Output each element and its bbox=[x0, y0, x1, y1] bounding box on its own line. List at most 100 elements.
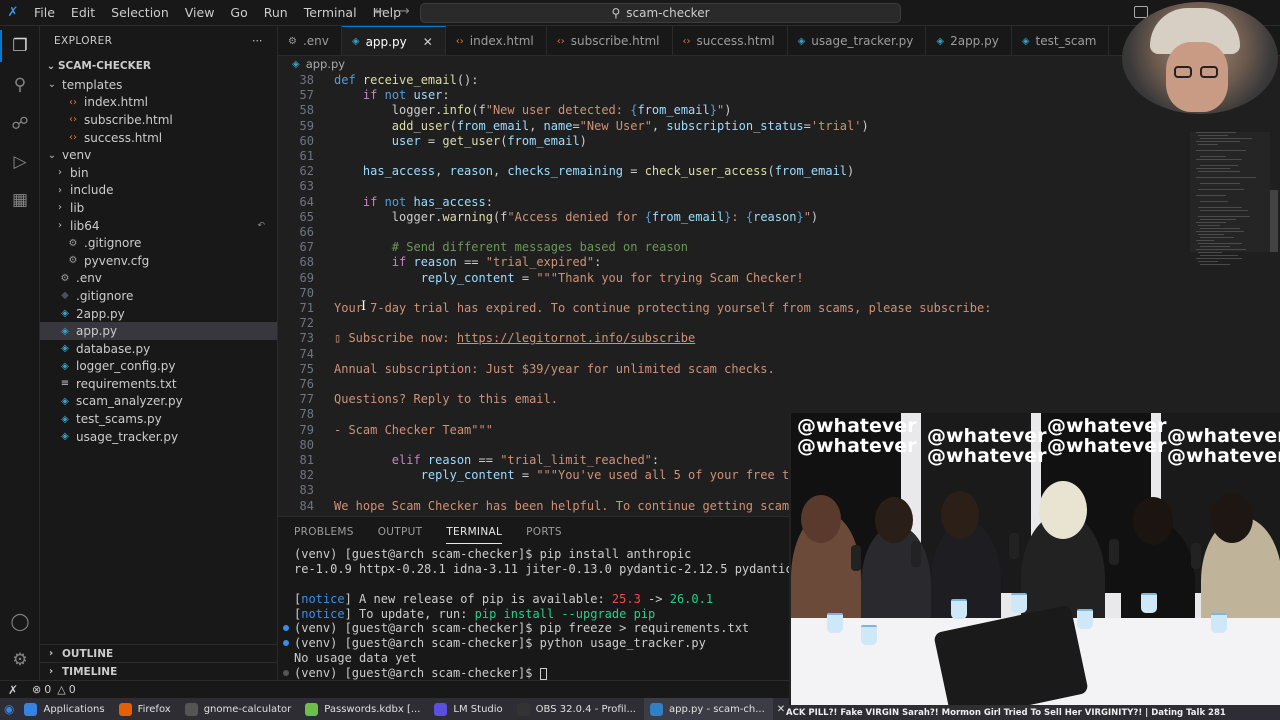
close-tab-icon[interactable]: ✕ bbox=[423, 35, 433, 49]
taskbar-item[interactable]: Applications bbox=[18, 698, 112, 720]
command-status-dot[interactable] bbox=[283, 640, 289, 647]
file-tree-item[interactable]: ‹› success.html bbox=[40, 129, 277, 147]
tab-success-html[interactable]: ‹› success.html bbox=[673, 26, 788, 55]
menu-run[interactable]: Run bbox=[256, 5, 296, 20]
cup bbox=[1077, 609, 1093, 629]
taskbar-item[interactable]: LM Studio bbox=[428, 698, 510, 720]
file-tree-item[interactable]: ◈ logger_config.py bbox=[40, 358, 277, 376]
forward-arrow-icon[interactable]: → bbox=[399, 4, 410, 19]
code-token: reason bbox=[449, 164, 493, 179]
file-tree-label: logger_config.py bbox=[76, 359, 176, 374]
html-file-icon: ‹› bbox=[682, 35, 691, 47]
tab-subscribe-html[interactable]: ‹› subscribe.html bbox=[547, 26, 673, 55]
tab-usage-tracker-py[interactable]: ◈ usage_tracker.py bbox=[788, 26, 927, 55]
search-icon[interactable]: ⚲ bbox=[8, 73, 32, 97]
breadcrumb-file[interactable]: app.py bbox=[306, 57, 345, 71]
editor-scrollbar[interactable] bbox=[1270, 190, 1278, 252]
tab-index-html[interactable]: ‹› index.html bbox=[446, 26, 547, 55]
minimap-line bbox=[1200, 210, 1248, 211]
taskbar-item[interactable]: Passwords.kdbx [... bbox=[299, 698, 428, 720]
file-tree-item[interactable]: › bin bbox=[40, 164, 277, 182]
chevron-down-icon: ⌄ bbox=[47, 79, 57, 91]
text-file-icon: ≡ bbox=[60, 378, 70, 390]
file-tree-item[interactable]: ⌄ venv bbox=[40, 146, 277, 164]
timeline-section[interactable]: › TIMELINE bbox=[40, 662, 278, 680]
settings-gear-icon[interactable]: ⚙ bbox=[8, 648, 32, 672]
menu-selection[interactable]: Selection bbox=[103, 5, 177, 20]
video-title: ACK PILL?! Fake VIRGIN Sarah?! Mormon Gi… bbox=[786, 708, 1226, 718]
menu-view[interactable]: View bbox=[177, 5, 223, 20]
error-icon[interactable]: ⊗ bbox=[32, 683, 41, 696]
code-text: if reason == "trial_expired": bbox=[334, 255, 602, 270]
run-debug-icon[interactable]: ▷ bbox=[8, 150, 32, 174]
python-file-icon: ◈ bbox=[61, 360, 69, 372]
file-tree-item[interactable]: ⌄ templates bbox=[40, 76, 277, 94]
explorer-icon[interactable]: ❐ bbox=[0, 30, 32, 62]
code-token: "trial_limit_reached" bbox=[500, 453, 652, 467]
code-token: : bbox=[442, 88, 450, 103]
file-tree-item[interactable]: ◈ database.py bbox=[40, 340, 277, 358]
file-tree-item[interactable]: ‹› subscribe.html bbox=[40, 111, 277, 129]
file-tree-item[interactable]: ◈ usage_tracker.py bbox=[40, 428, 277, 446]
menu-terminal[interactable]: Terminal bbox=[296, 5, 365, 20]
panel-tab-output[interactable]: OUTPUT bbox=[378, 526, 423, 538]
taskbar-item[interactable]: OBS 32.0.4 - Profil... bbox=[511, 698, 644, 720]
explorer-sidebar: EXPLORER ⋯ ⌄ SCAM-CHECKER ⌄ templates ‹› in… bbox=[40, 26, 278, 680]
taskbar-item[interactable]: gnome-calculator bbox=[179, 698, 300, 720]
cup bbox=[1011, 593, 1027, 613]
source-control-icon[interactable]: ☍ bbox=[8, 112, 32, 136]
extensions-icon[interactable]: ▦ bbox=[8, 188, 32, 212]
remote-icon[interactable]: ✗ bbox=[0, 683, 26, 697]
code-token: ( bbox=[449, 118, 457, 133]
file-tree-item[interactable]: ◈ 2app.py bbox=[40, 305, 277, 323]
app-icon bbox=[24, 702, 38, 716]
tab-test-scam[interactable]: ◈ test_scam bbox=[1012, 26, 1110, 55]
code-text: if not has_access: bbox=[334, 195, 493, 210]
app-icon bbox=[434, 702, 448, 716]
file-tree-item[interactable]: ⚙ .env bbox=[40, 270, 277, 288]
file-tree-item[interactable]: ‹› index.html bbox=[40, 94, 277, 112]
menu-file[interactable]: File bbox=[26, 5, 63, 20]
outline-section[interactable]: › OUTLINE bbox=[40, 644, 278, 662]
config-file-icon: ⚙ bbox=[68, 255, 78, 267]
file-tree-item[interactable]: ⚙ pyvenv.cfg bbox=[40, 252, 277, 270]
error-count[interactable]: 0 bbox=[44, 683, 51, 696]
more-actions-icon[interactable]: ⋯ bbox=[252, 35, 263, 47]
file-tree-item[interactable]: ◆ .gitignore bbox=[40, 287, 277, 305]
command-status-dot[interactable] bbox=[283, 625, 289, 632]
tab-app-py[interactable]: ◈ app.py ✕ bbox=[341, 26, 446, 55]
taskbar-start[interactable]: ◉ bbox=[0, 698, 18, 720]
panel-tab-terminal[interactable]: TERMINAL bbox=[446, 526, 503, 544]
file-tree-item[interactable]: ◈ app.py bbox=[40, 322, 277, 340]
panel-tab-ports[interactable]: PORTS bbox=[526, 526, 562, 538]
file-tree-item[interactable]: ◈ scam_analyzer.py bbox=[40, 393, 277, 411]
taskbar-item[interactable]: Firefox bbox=[113, 698, 179, 720]
file-tree-item[interactable]: › include bbox=[40, 182, 277, 200]
code-token: has_access bbox=[362, 164, 436, 179]
command-center-search[interactable]: ⚲ scam-checker bbox=[420, 3, 901, 23]
file-tree-item[interactable]: › lib64 ↶ bbox=[40, 217, 277, 235]
warning-count[interactable]: 0 bbox=[69, 683, 76, 696]
workspace-root[interactable]: ⌄ SCAM-CHECKER bbox=[40, 56, 277, 76]
minimap-line bbox=[1200, 201, 1228, 202]
file-tree-item[interactable]: ◈ test_scams.py bbox=[40, 410, 277, 428]
code-token: = bbox=[803, 118, 811, 133]
command-status-dot[interactable] bbox=[283, 670, 289, 677]
line-number: 62 bbox=[299, 164, 314, 179]
menu-go[interactable]: Go bbox=[222, 5, 255, 20]
file-tree-item[interactable]: ⚙ .gitignore bbox=[40, 234, 277, 252]
python-file-icon: ◈ bbox=[797, 35, 806, 47]
tab-2app-py[interactable]: ◈ 2app.py bbox=[926, 26, 1012, 55]
back-arrow-icon[interactable]: ← bbox=[374, 4, 385, 19]
warning-icon[interactable]: △ bbox=[57, 683, 65, 696]
file-tree-item[interactable]: › lib bbox=[40, 199, 277, 217]
terminal-text: 25.3 bbox=[611, 591, 641, 606]
account-icon[interactable]: ◯ bbox=[8, 610, 32, 634]
minimap-line bbox=[1200, 264, 1230, 265]
panel-tab-problems[interactable]: PROBLEMS bbox=[294, 526, 354, 538]
minimap-line bbox=[1198, 207, 1242, 208]
taskbar-item[interactable]: app.py - scam-ch... bbox=[644, 698, 773, 720]
tab--env[interactable]: ⚙ .env bbox=[278, 26, 342, 55]
file-tree-item[interactable]: ≡ requirements.txt bbox=[40, 375, 277, 393]
menu-edit[interactable]: Edit bbox=[63, 5, 103, 20]
